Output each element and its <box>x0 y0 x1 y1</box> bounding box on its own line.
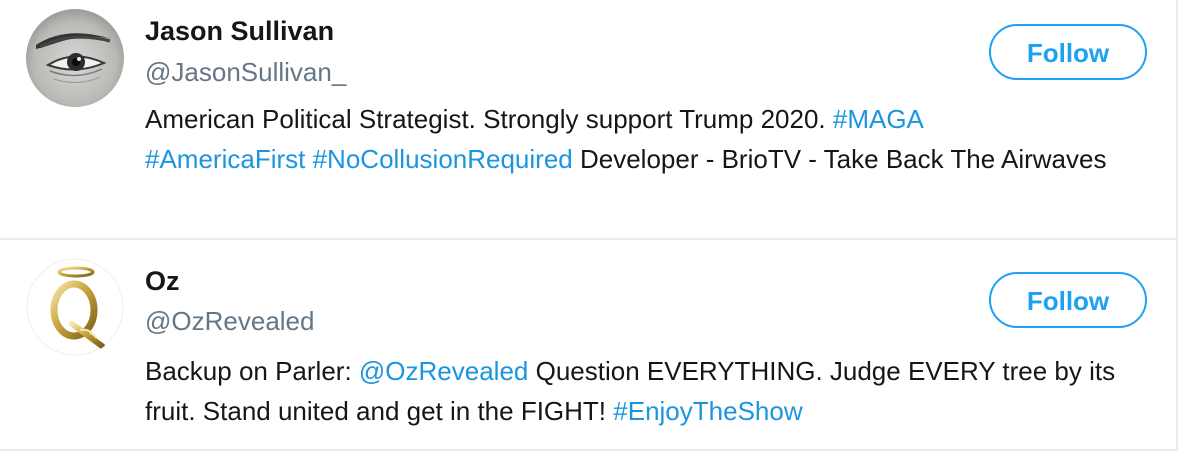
bio-text: Developer - BrioTV - Take Back The Airwa… <box>572 143 1107 174</box>
user-bio: American Political Strategist. Strongly … <box>145 100 1145 179</box>
follow-button[interactable]: Follow <box>989 24 1147 80</box>
user-cell[interactable]: Jason Sullivan @JasonSullivan_ Follow Am… <box>0 0 1176 240</box>
user-avatar[interactable] <box>26 9 124 107</box>
eye-avatar-icon <box>26 9 124 107</box>
user-name[interactable]: Oz <box>145 265 180 297</box>
user-handle[interactable]: @OzRevealed <box>145 305 314 337</box>
bio-text: Backup on Parler: <box>145 356 359 386</box>
hashtag-link[interactable]: #NoCollusionRequired <box>313 144 573 174</box>
hashtag-link[interactable]: #EnjoyTheShow <box>613 396 802 426</box>
user-handle[interactable]: @JasonSullivan_ <box>145 56 346 88</box>
user-cell[interactable]: Oz @OzRevealed Follow Backup on Parler: … <box>0 242 1176 449</box>
user-name[interactable]: Jason Sullivan <box>145 15 334 47</box>
bio-text: American Political Strategist. Strongly … <box>145 104 833 134</box>
user-list: Jason Sullivan @JasonSullivan_ Follow Am… <box>0 0 1178 451</box>
user-bio: Backup on Parler: @OzRevealed Question E… <box>145 352 1145 431</box>
gold-q-halo-avatar-icon <box>26 258 124 356</box>
follow-button[interactable]: Follow <box>989 272 1147 328</box>
hashtag-link[interactable]: #AmericaFirst <box>145 144 305 174</box>
user-avatar[interactable] <box>26 258 124 356</box>
hashtag-link[interactable]: #MAGA <box>833 104 924 134</box>
mention-link[interactable]: @OzRevealed <box>359 356 528 386</box>
